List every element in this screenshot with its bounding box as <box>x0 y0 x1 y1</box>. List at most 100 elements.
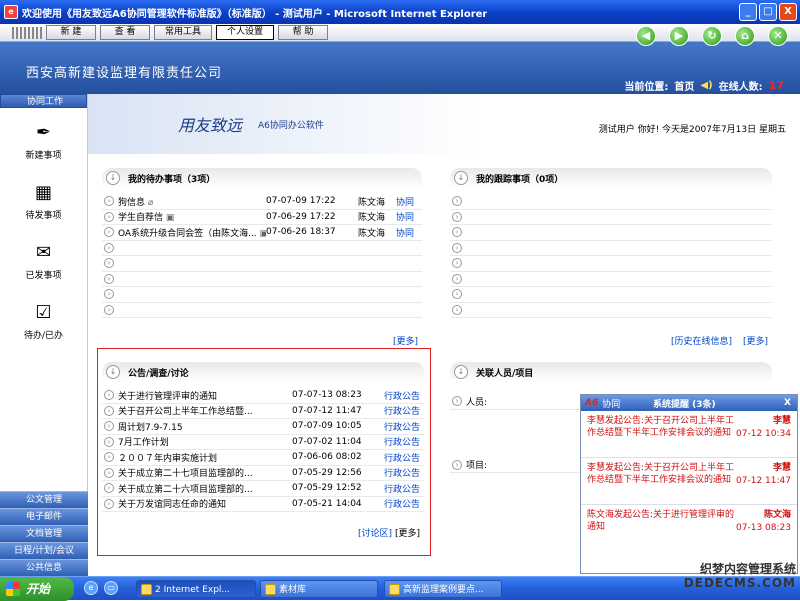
notice-type-link[interactable]: 行政公告 <box>384 435 424 448</box>
reminder-time: 07-12 11:47 <box>736 476 791 486</box>
home-icon[interactable]: ⌂ <box>735 26 755 46</box>
online-count[interactable]: 17 <box>769 79 784 92</box>
table-row[interactable]: › ２００７年内审实施计划 07-06-06 08:02 行政公告 <box>102 450 424 466</box>
notices-more-link[interactable]: [更多] <box>395 526 420 539</box>
sidebar-item-doc-mgmt[interactable]: 文档管理 <box>0 525 88 542</box>
history-online-link[interactable]: [历史在线信息] <box>671 334 732 347</box>
notice-type-link[interactable]: 行政公告 <box>384 451 424 464</box>
table-row[interactable]: › 学生自荐信 ▣ 07-06-29 17:22 陈文海 协同 <box>102 210 422 225</box>
todo-more-link[interactable]: [更多] <box>393 334 418 347</box>
table-row[interactable]: › 关于万发谊同志任命的通知 07-05-21 14:04 行政公告 <box>102 497 424 512</box>
sidebar-item-email[interactable]: 电子邮件 <box>0 508 88 525</box>
table-row[interactable]: › 关于成立第二十六项目监理部的... 07-05-29 12:52 行政公告 <box>102 481 424 497</box>
close-window-button[interactable]: X <box>779 3 797 21</box>
maximize-button[interactable]: □ <box>759 3 777 21</box>
notice-type-link[interactable]: 行政公告 <box>384 466 424 479</box>
todo-title[interactable]: 学生自荐信 ▣ <box>118 210 266 223</box>
notice-type-link[interactable]: 行政公告 <box>384 497 424 510</box>
todo-user: 陈文海 <box>358 197 386 208</box>
help-button[interactable]: 帮 助 <box>278 25 329 40</box>
notice-title[interactable]: 7月工作计划 <box>118 435 292 448</box>
table-row[interactable]: › 关于召开公司上半年工作总结暨... 07-07-12 11:47 行政公告 <box>102 404 424 419</box>
collapse-icon[interactable]: ↓ <box>106 365 120 379</box>
notice-title[interactable]: ２００７年内审实施计划 <box>118 451 292 464</box>
notice-title[interactable]: 关于进行管理评审的通知 <box>118 389 292 402</box>
todo-title[interactable]: 狗信息 ⌀ <box>118 195 266 208</box>
sidebar-item-public-info[interactable]: 公共信息 <box>0 559 88 576</box>
bullet-icon: › <box>452 459 462 470</box>
taskbar-item-library[interactable]: 素材库 <box>260 580 378 598</box>
notices-panel-title: 公告/调查/讨论 <box>128 368 189 379</box>
sidebar-item-sent[interactable]: ✉ 已发事项 <box>0 228 87 288</box>
reminder-item[interactable]: 李慧发起公告:关于召开公司上半年工作总结暨下半年工作安排会议的通知 李慧 07-… <box>581 411 797 458</box>
site-watermark: 织梦内容管理系统 DEDECMS.COM <box>684 562 796 590</box>
todo-type-link[interactable]: 协同 <box>396 195 422 208</box>
common-tools-button[interactable]: 常用工具 <box>154 25 213 40</box>
notice-title[interactable]: 关于召开公司上半年工作总结暨... <box>118 404 292 417</box>
greeting-text: 测试用户 你好! 今天是2007年7月13日 星期五 <box>598 125 786 135</box>
reminder-message[interactable]: 陈文海发起公告:关于进行管理评审的通知 <box>587 509 737 533</box>
location-home-link[interactable]: 首页 <box>674 78 694 93</box>
table-row[interactable]: › 7月工作计划 07-07-02 11:04 行政公告 <box>102 435 424 450</box>
collapse-icon[interactable]: ↓ <box>454 365 468 379</box>
related-panel-header: ↓ 关联人员/项目 <box>450 362 772 382</box>
taskbar-item-ie[interactable]: 2 Internet Expl... <box>136 580 256 598</box>
collapse-icon[interactable]: ↓ <box>454 171 468 185</box>
todo-date: 07-06-26 18:37 <box>266 227 336 238</box>
table-row[interactable]: › 关于成立第二十七项目监理部的... 07-05-29 12:56 行政公告 <box>102 466 424 481</box>
notice-title[interactable]: 关于成立第二十六项目监理部的... <box>118 482 292 495</box>
minimize-button[interactable]: _ <box>739 3 757 21</box>
show-desktop-icon[interactable]: ▭ <box>104 581 118 595</box>
sidebar-item-new[interactable]: ✒ 新建事项 <box>0 108 87 168</box>
popup-header: A6 协同 系统提醒 (3条) X <box>581 395 797 411</box>
notice-title[interactable]: 周计划7.9-7.15 <box>118 420 292 433</box>
sidebar-item-todo-done[interactable]: ☑ 待办/已办 <box>0 288 87 348</box>
toolbar-grip-icon[interactable] <box>12 26 42 39</box>
table-row[interactable]: › 狗信息 ⌀ 07-07-09 17:22 陈文海 协同 <box>102 194 422 210</box>
taskbar-item-doc[interactable]: 高新监理案例要点... <box>384 580 502 598</box>
speaker-icon[interactable]: ◀) <box>700 80 712 91</box>
project-label: 项目: <box>466 461 488 472</box>
todo-panel-title: 我的待办事项（3项） <box>128 174 216 185</box>
todo-type-link[interactable]: 协同 <box>396 210 422 223</box>
reminder-message[interactable]: 李慧发起公告:关于召开公司上半年工作总结暨下半年工作安排会议的通知 <box>587 415 737 439</box>
new-button[interactable]: 新 建 <box>46 25 96 40</box>
taskbar-item-label: 高新监理案例要点... <box>403 585 484 595</box>
forward-arrow-icon[interactable]: ▶ <box>669 26 689 46</box>
reminder-item[interactable]: 李慧发起公告:关于召开公司上半年工作总结暨下半年工作安排会议的通知 李慧 07-… <box>581 458 797 505</box>
notice-type-link[interactable]: 行政公告 <box>384 404 424 417</box>
personal-settings-button[interactable]: 个人设置 <box>216 25 275 40</box>
exit-icon[interactable]: ✕ <box>768 26 788 46</box>
todo-type-link[interactable]: 协同 <box>396 226 422 239</box>
notice-type-link[interactable]: 行政公告 <box>384 389 424 402</box>
table-row[interactable]: › 周计划7.9-7.15 07-07-09 10:05 行政公告 <box>102 419 424 435</box>
popup-close-button[interactable]: X <box>784 398 791 408</box>
bullet-icon: › <box>104 436 114 447</box>
table-row[interactable]: › OA系统升级合同会签（由陈文海... ▣ 07-06-26 18:37 陈文… <box>102 225 422 241</box>
sidebar-item-pending-send[interactable]: ▦ 待发事项 <box>0 168 87 228</box>
notice-title[interactable]: 关于万发谊同志任命的通知 <box>118 497 292 510</box>
reminder-sender: 李慧 <box>772 416 791 426</box>
folder-stack-icon: ▦ <box>34 182 52 203</box>
back-arrow-icon[interactable]: ◀ <box>636 26 656 46</box>
notice-type-link[interactable]: 行政公告 <box>384 420 424 433</box>
todo-title[interactable]: OA系统升级合同会签（由陈文海... ▣ <box>118 226 266 239</box>
notice-type-link[interactable]: 行政公告 <box>384 482 424 495</box>
sidebar-item-schedule[interactable]: 日程/计划/会议 <box>0 542 88 559</box>
notice-title[interactable]: 关于成立第二十七项目监理部的... <box>118 466 292 479</box>
start-button[interactable]: 开始 <box>0 577 74 601</box>
watermark-line-1: 织梦内容管理系统 <box>699 562 796 576</box>
tracking-more-link[interactable]: [更多] <box>743 334 768 347</box>
empty-row: › <box>450 210 772 225</box>
table-row[interactable]: › 关于进行管理评审的通知 07-07-13 08:23 行政公告 <box>102 388 424 404</box>
reminder-item[interactable]: 陈文海发起公告:关于进行管理评审的通知 陈文海 07-13 08:23 <box>581 505 797 552</box>
reminder-message[interactable]: 李慧发起公告:关于召开公司上半年工作总结暨下半年工作安排会议的通知 <box>587 462 737 486</box>
ie-launch-icon[interactable]: e <box>84 581 98 595</box>
refresh-icon[interactable]: ↻ <box>702 26 722 46</box>
discussion-link[interactable]: [讨论区] <box>358 526 392 539</box>
collapse-icon[interactable]: ↓ <box>106 171 120 185</box>
sidebar-item-documents[interactable]: 公文管理 <box>0 491 88 508</box>
sidebar-section-collab[interactable]: 协同工作 <box>0 94 87 108</box>
view-button[interactable]: 查 看 <box>100 25 150 40</box>
window-titlebar[interactable]: e 欢迎使用《用友致远A6协同管理软件标准版》（标准版） - 测试用户 - Mi… <box>0 0 800 24</box>
